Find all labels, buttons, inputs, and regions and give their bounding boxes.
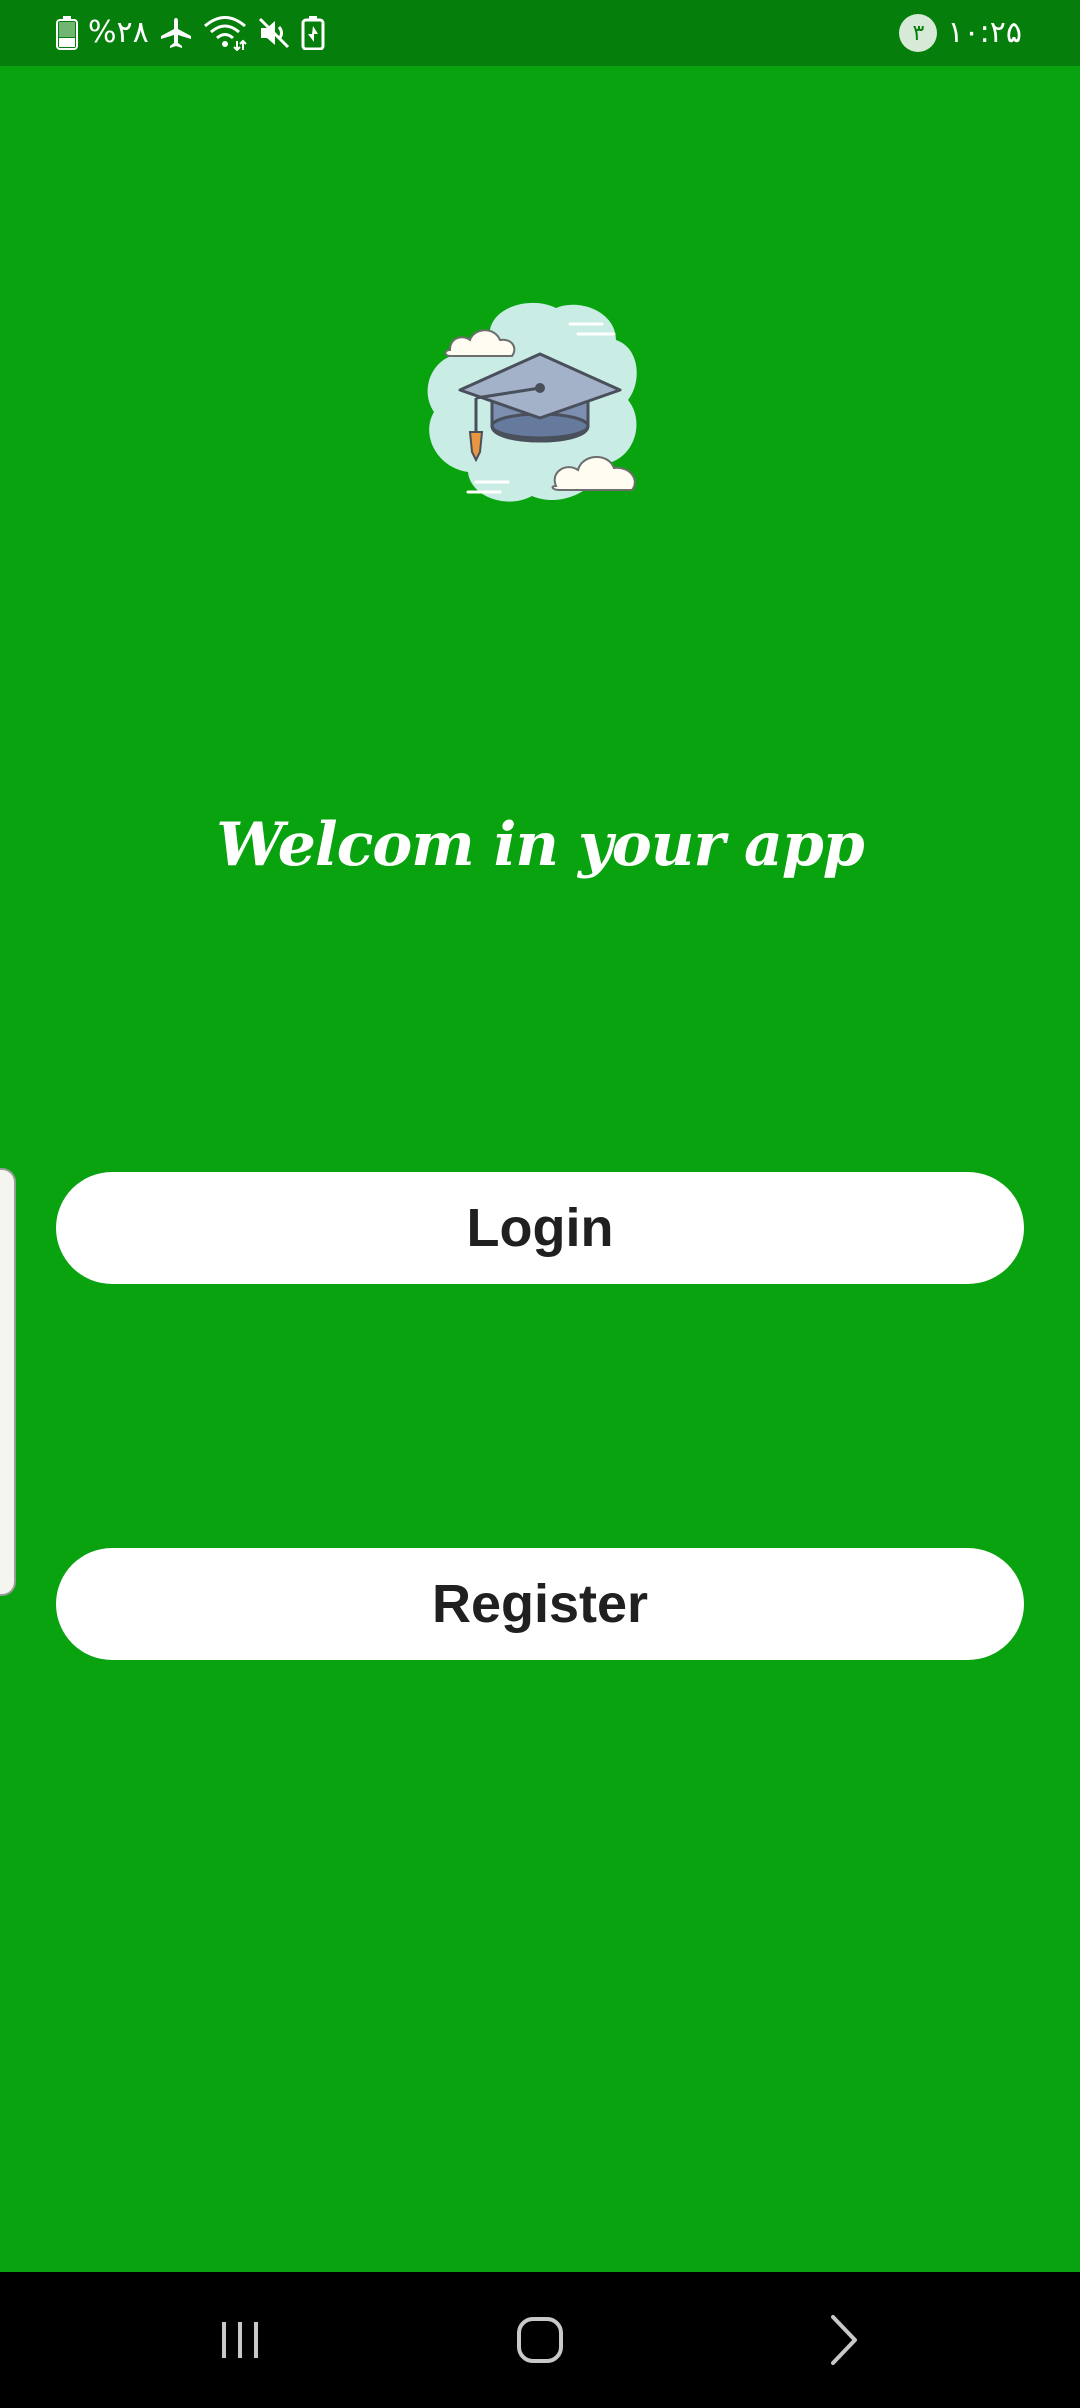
battery-saver-icon — [301, 16, 325, 50]
welcome-title: Welcom in your app — [216, 810, 864, 880]
mute-icon — [258, 17, 289, 49]
graduation-cap-icon — [427, 302, 637, 502]
home-button[interactable] — [460, 2272, 620, 2408]
battery-percent: %۲۸ — [88, 15, 149, 50]
wifi-icon — [203, 16, 247, 51]
home-icon — [517, 2317, 563, 2363]
register-button[interactable]: Register — [56, 1548, 1024, 1660]
back-button[interactable] — [764, 2272, 924, 2408]
status-time: ۱۰:۲۵ — [947, 15, 1022, 50]
edge-panel-handle[interactable] — [0, 1168, 16, 1596]
airplane-mode-icon — [160, 18, 191, 48]
recents-button[interactable] — [160, 2272, 320, 2408]
navigation-bar — [0, 2272, 1080, 2408]
back-icon — [831, 2315, 857, 2365]
status-left-group: %۲۸ — [56, 0, 325, 66]
status-right-group: ۳ ۱۰:۲۵ — [899, 0, 1022, 66]
status-bar: %۲۸ ۳ ۱۰:۲۵ — [0, 0, 1080, 66]
notification-count-badge: ۳ — [899, 14, 938, 52]
recents-icon — [222, 2322, 258, 2358]
battery-icon — [56, 16, 78, 50]
welcome-screen: %۲۸ ۳ ۱۰:۲۵ Welcom in your app Login Reg… — [0, 0, 1080, 2408]
login-button[interactable]: Login — [56, 1172, 1024, 1284]
